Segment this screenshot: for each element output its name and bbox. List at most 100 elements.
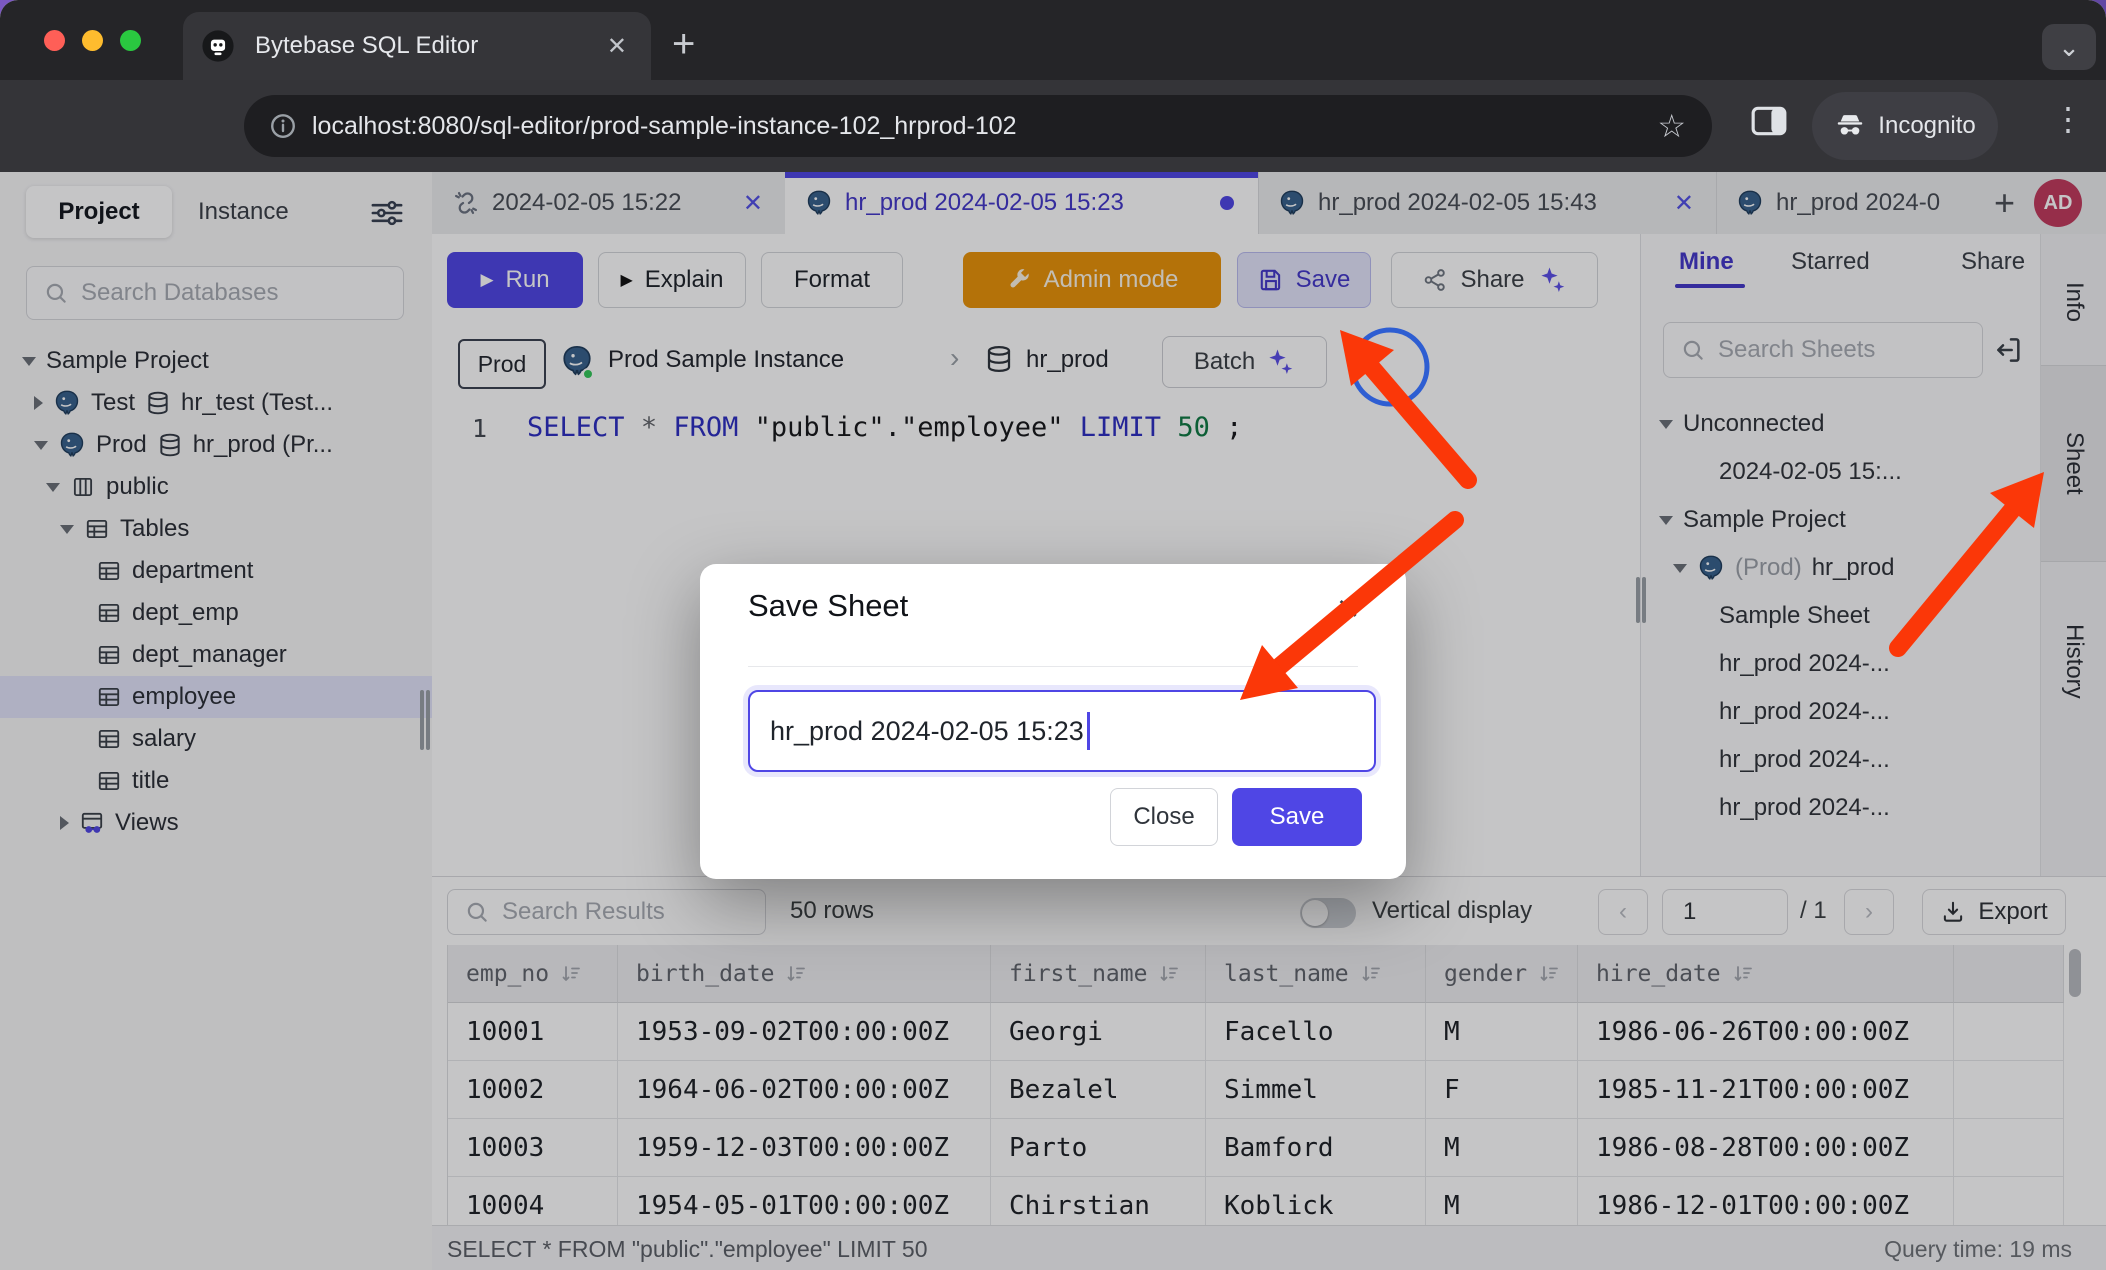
table-cell[interactable]: Facello — [1206, 1003, 1426, 1061]
panel-resize-handle[interactable] — [1642, 577, 1646, 623]
column-header[interactable]: birth_date — [618, 945, 991, 1003]
table-cell[interactable]: Simmel — [1206, 1061, 1426, 1119]
modal-close-button[interactable]: Close — [1110, 788, 1218, 846]
table-cell[interactable]: 1954-05-01T00:00:00Z — [618, 1177, 991, 1225]
export-button[interactable]: Export — [1922, 889, 2066, 935]
table-cell[interactable]: 1953-09-02T00:00:00Z — [618, 1003, 991, 1061]
add-editor-tab-button[interactable]: + — [1994, 182, 2015, 224]
sheet-name-input[interactable]: hr_prod 2024-02-05 15:23 — [748, 690, 1376, 772]
rail-tab-history[interactable]: History — [2041, 561, 2106, 761]
import-sheet-icon[interactable] — [1993, 334, 2025, 366]
table-cell[interactable]: Koblick — [1206, 1177, 1426, 1225]
avatar[interactable]: AD — [2034, 179, 2082, 227]
editor-tab-1[interactable]: 2024-02-05 15:22 ✕ — [432, 172, 786, 234]
table-cell[interactable]: 1964-06-02T00:00:00Z — [618, 1061, 991, 1119]
table-cell-empty[interactable] — [1954, 1061, 2064, 1119]
caret-right-icon[interactable] — [60, 816, 69, 830]
search-sheets-input[interactable]: Search Sheets — [1663, 322, 1983, 378]
table-cell[interactable]: 1986-12-01T00:00:00Z — [1578, 1177, 1954, 1225]
side-panel-icon[interactable] — [1750, 105, 1788, 137]
sql-code-line[interactable]: SELECT * FROM "public"."employee" LIMIT … — [527, 412, 1242, 443]
caret-down-icon[interactable] — [46, 483, 60, 492]
tab-instance[interactable]: Instance — [198, 186, 289, 238]
sheet-item[interactable]: 2024-02-05 15:... — [1641, 448, 2106, 496]
tab-share[interactable]: Share — [1961, 248, 2025, 276]
table-cell[interactable]: 1959-12-03T00:00:00Z — [618, 1119, 991, 1177]
admin-mode-button[interactable]: Admin mode — [963, 252, 1221, 308]
batch-button[interactable]: Batch — [1162, 336, 1327, 388]
table-row[interactable]: 10001 1953-09-02T00:00:00Z Georgi Facell… — [448, 1003, 2064, 1061]
address-bar[interactable]: localhost:8080/sql-editor/prod-sample-in… — [244, 95, 1712, 157]
caret-down-icon[interactable] — [1673, 564, 1687, 573]
editor-tab-4[interactable]: hr_prod 2024-0 — [1716, 172, 1985, 234]
sidebar-resize-handle[interactable] — [420, 690, 424, 750]
table-row[interactable]: 10003 1959-12-03T00:00:00Z Parto Bamford… — [448, 1119, 2064, 1177]
table-cell-empty[interactable] — [1954, 1003, 2064, 1061]
table-cell[interactable]: Parto — [991, 1119, 1206, 1177]
rail-tab-sheet[interactable]: Sheet — [2041, 365, 2106, 562]
table-cell[interactable]: F — [1426, 1061, 1578, 1119]
url-text[interactable]: localhost:8080/sql-editor/prod-sample-in… — [312, 112, 1017, 141]
sheet-item[interactable]: hr_prod 2024-... — [1641, 736, 2106, 784]
table-cell[interactable]: M — [1426, 1177, 1578, 1225]
column-header[interactable]: hire_date — [1578, 945, 1954, 1003]
run-button[interactable]: ▶ Run — [447, 252, 583, 308]
column-header[interactable]: emp_no — [448, 945, 618, 1003]
explain-button[interactable]: ▶ Explain — [598, 252, 746, 308]
tab-mine[interactable]: Mine — [1679, 248, 1734, 276]
table-cell[interactable]: Georgi — [991, 1003, 1206, 1061]
panel-resize-handle[interactable] — [1636, 577, 1640, 623]
caret-down-icon[interactable] — [1659, 420, 1673, 429]
caret-right-icon[interactable] — [34, 396, 43, 410]
tree-item-hr-prod[interactable]: Prod hr_prod (Pr... — [0, 424, 465, 466]
caret-down-icon[interactable] — [22, 357, 36, 366]
tab-project[interactable]: Project — [26, 186, 172, 238]
next-page-button[interactable]: › — [1844, 889, 1894, 935]
modal-save-button[interactable]: Save — [1232, 788, 1362, 846]
table-cell[interactable]: Bamford — [1206, 1119, 1426, 1177]
table-cell-empty[interactable] — [1954, 1119, 2064, 1177]
table-cell[interactable]: Bezalel — [991, 1061, 1206, 1119]
editor-tab-2-active[interactable]: hr_prod 2024-02-05 15:23 — [785, 172, 1259, 234]
macos-minimize-button[interactable] — [82, 30, 103, 51]
sheet-item-sample-sheet[interactable]: Sample Sheet ⋯ — [1641, 592, 2106, 640]
sheet-item[interactable]: hr_prod 2024-... — [1641, 688, 2106, 736]
caret-down-icon[interactable] — [34, 441, 48, 450]
tree-item-hr-test[interactable]: Test hr_test (Test... — [0, 382, 465, 424]
column-header[interactable]: first_name — [991, 945, 1206, 1003]
instance-name[interactable]: Prod Sample Instance — [608, 346, 844, 374]
vertical-scrollbar[interactable] — [2069, 949, 2081, 997]
caret-down-icon[interactable] — [60, 525, 74, 534]
tree-group-views[interactable]: Views — [0, 802, 491, 844]
table-cell[interactable]: Chirstian — [991, 1177, 1206, 1225]
table-cell[interactable]: 1986-06-26T00:00:00Z — [1578, 1003, 1954, 1061]
filter-sliders-icon[interactable] — [370, 198, 404, 228]
table-cell[interactable]: 1986-08-28T00:00:00Z — [1578, 1119, 1954, 1177]
browser-menu-icon[interactable]: ⋮ — [2052, 100, 2084, 138]
format-button[interactable]: Format — [761, 252, 903, 308]
browser-tab-close-icon[interactable]: ✕ — [607, 32, 627, 61]
tree-item-schema-public[interactable]: public — [0, 466, 477, 508]
column-header[interactable]: last_name — [1206, 945, 1426, 1003]
site-info-icon[interactable] — [268, 111, 298, 141]
close-tab-icon[interactable]: ✕ — [1674, 189, 1694, 218]
search-results-input[interactable]: Search Results — [447, 889, 766, 935]
sheet-group-unconnected[interactable]: Unconnected — [1641, 400, 2059, 448]
bookmark-star-icon[interactable]: ☆ — [1657, 107, 1686, 145]
sidebar-resize-handle[interactable] — [426, 690, 430, 750]
share-button[interactable]: Share — [1391, 252, 1598, 308]
caret-down-icon[interactable] — [1659, 516, 1673, 525]
tab-starred[interactable]: Starred — [1791, 248, 1870, 276]
editor-tab-3[interactable]: hr_prod 2024-02-05 15:43 ✕ — [1258, 172, 1717, 234]
column-header[interactable]: gender — [1426, 945, 1578, 1003]
tab-search-chevron-icon[interactable]: ⌄ — [2042, 24, 2096, 70]
table-row[interactable]: 10002 1964-06-02T00:00:00Z Bezalel Simme… — [448, 1061, 2064, 1119]
rail-tab-info[interactable]: Info — [2041, 240, 2106, 364]
new-tab-button[interactable]: + — [672, 22, 695, 67]
database-name[interactable]: hr_prod — [1026, 346, 1109, 374]
sheet-item[interactable]: hr_prod 2024-... — [1641, 784, 2106, 832]
table-cell[interactable]: 10002 — [448, 1061, 618, 1119]
page-number-input[interactable]: 1 — [1662, 889, 1788, 935]
table-cell[interactable]: M — [1426, 1119, 1578, 1177]
table-cell[interactable]: 1985-11-21T00:00:00Z — [1578, 1061, 1954, 1119]
